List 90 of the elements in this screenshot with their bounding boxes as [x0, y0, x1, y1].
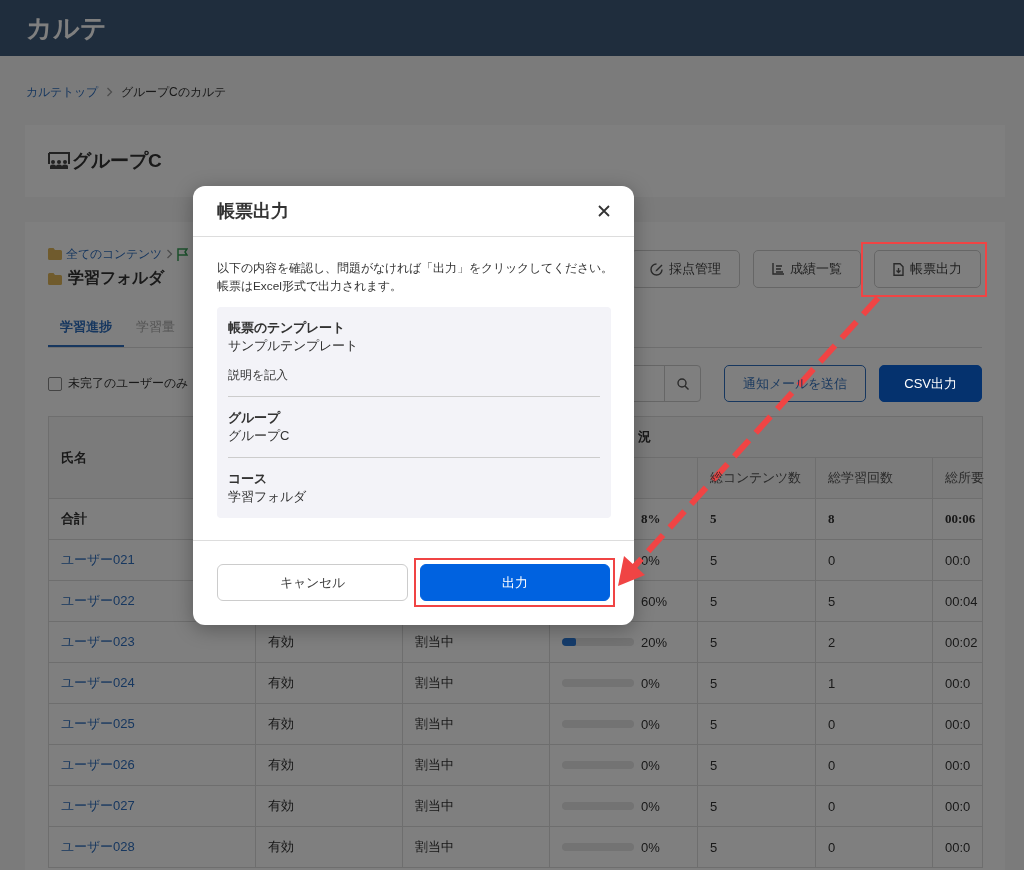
folder-link[interactable]: 全てのコンテンツ	[66, 245, 162, 263]
status-text: 有効	[268, 757, 294, 772]
cancel-button[interactable]: キャンセル	[217, 564, 408, 601]
action-button[interactable]: 帳票出力	[874, 250, 981, 288]
table-cell: 00:02	[932, 621, 983, 663]
table-cell: 5	[697, 826, 816, 868]
toolbar-button[interactable]: 通知メールを送信	[724, 365, 867, 402]
table-cell: 00:0	[932, 662, 983, 704]
document-download-icon	[893, 262, 904, 276]
table-cell: 0	[815, 744, 933, 786]
assignment-text: 割当中	[415, 757, 454, 772]
table-cell: 00:0	[932, 826, 983, 868]
table-cell: 0	[815, 785, 933, 827]
user-link[interactable]: ユーザー021	[61, 552, 135, 567]
status-text: 有効	[268, 634, 294, 649]
table-cell: 5	[697, 785, 816, 827]
table-cell: 0	[815, 826, 933, 868]
user-link[interactable]: ユーザー028	[61, 839, 135, 854]
breadcrumb-link[interactable]: カルテトップ	[26, 83, 98, 101]
search-icon	[676, 377, 689, 390]
close-icon	[598, 205, 610, 217]
table-cell: 1	[815, 662, 933, 704]
breadcrumb-current: グループCのカルテ	[121, 83, 226, 101]
chevron-icon	[106, 87, 113, 97]
app-title: カルテ	[26, 11, 107, 45]
status-text: 有効	[268, 839, 294, 854]
table-cell: 00:04	[932, 580, 983, 622]
table-cell: 00:0	[932, 539, 983, 581]
table-cell: 00:0	[932, 703, 983, 745]
progress-percent: 60%	[641, 593, 668, 609]
dialog-message: 以下の内容を確認し、問題がなければ「出力」をクリックしてください。	[217, 260, 612, 277]
table-cell: 5	[697, 662, 816, 704]
assignment-text: 割当中	[415, 839, 454, 854]
progress-percent: 20%	[641, 634, 668, 650]
chevron-icon	[166, 249, 173, 259]
folder-title: 学習フォルダ	[68, 268, 164, 288]
table-cell: 5	[815, 580, 933, 622]
progress-percent: 0%	[641, 675, 660, 691]
group-icon	[48, 152, 70, 170]
assignment-text: 割当中	[415, 675, 454, 690]
progress-percent: 0%	[641, 798, 660, 814]
action-button[interactable]: 採点管理	[631, 250, 740, 288]
status-text: 有効	[268, 675, 294, 690]
table-cell: 0	[815, 703, 933, 745]
table-cell: 5	[697, 744, 816, 786]
pencil-circle-icon	[650, 262, 663, 276]
column-header: 総学習回数	[815, 457, 933, 499]
progress-percent: 0%	[641, 757, 660, 773]
toolbar-button[interactable]: CSV出力	[879, 365, 982, 402]
table-cell: 00:06	[932, 498, 983, 540]
progress-percent: 8%	[641, 511, 661, 527]
flag-icon	[177, 247, 188, 261]
status-text: 有効	[268, 716, 294, 731]
user-link[interactable]: ユーザー024	[61, 675, 135, 690]
folder-icon	[48, 248, 62, 260]
detail-note: 説明を記入	[228, 367, 289, 384]
progress-percent: 0%	[641, 839, 660, 855]
table-cell: 5	[697, 498, 816, 540]
column-header: 総所要	[932, 457, 983, 499]
user-link[interactable]: ユーザー022	[61, 593, 135, 608]
progress-percent: 0%	[641, 716, 660, 732]
dialog-title: 帳票出力	[217, 200, 289, 223]
progress-percent: 0%	[641, 552, 660, 568]
assignment-text: 割当中	[415, 716, 454, 731]
folder-icon	[48, 272, 62, 285]
table-cell: 2	[815, 621, 933, 663]
table-cell: 5	[697, 539, 816, 581]
detail-value: サンプルテンプレート	[228, 337, 359, 355]
status-text: 有効	[268, 798, 294, 813]
dialog-message: 帳票はExcel形式で出力されます。	[217, 278, 403, 295]
list-chart-icon	[772, 263, 784, 275]
user-link[interactable]: ユーザー025	[61, 716, 135, 731]
table-cell: 5	[697, 580, 816, 622]
checkbox-label: 未完了のユーザーのみ	[68, 375, 188, 392]
table-cell: 00:0	[932, 785, 983, 827]
tab[interactable]: 学習進捗	[48, 309, 124, 347]
user-link[interactable]: ユーザー027	[61, 798, 135, 813]
assignment-text: 割当中	[415, 634, 454, 649]
user-link[interactable]: ユーザー026	[61, 757, 135, 772]
assignment-text: 割当中	[415, 798, 454, 813]
table-cell: 8	[815, 498, 933, 540]
user-link[interactable]: ユーザー023	[61, 634, 135, 649]
table-cell: 5	[697, 703, 816, 745]
checkbox[interactable]	[48, 376, 62, 391]
table-cell: 00:0	[932, 744, 983, 786]
table-cell: 0	[815, 539, 933, 581]
output-button[interactable]: 出力	[419, 564, 610, 601]
group-title: グループC	[72, 149, 162, 173]
detail-label: 帳票のテンプレート	[228, 319, 346, 337]
table-cell: 5	[697, 621, 816, 663]
